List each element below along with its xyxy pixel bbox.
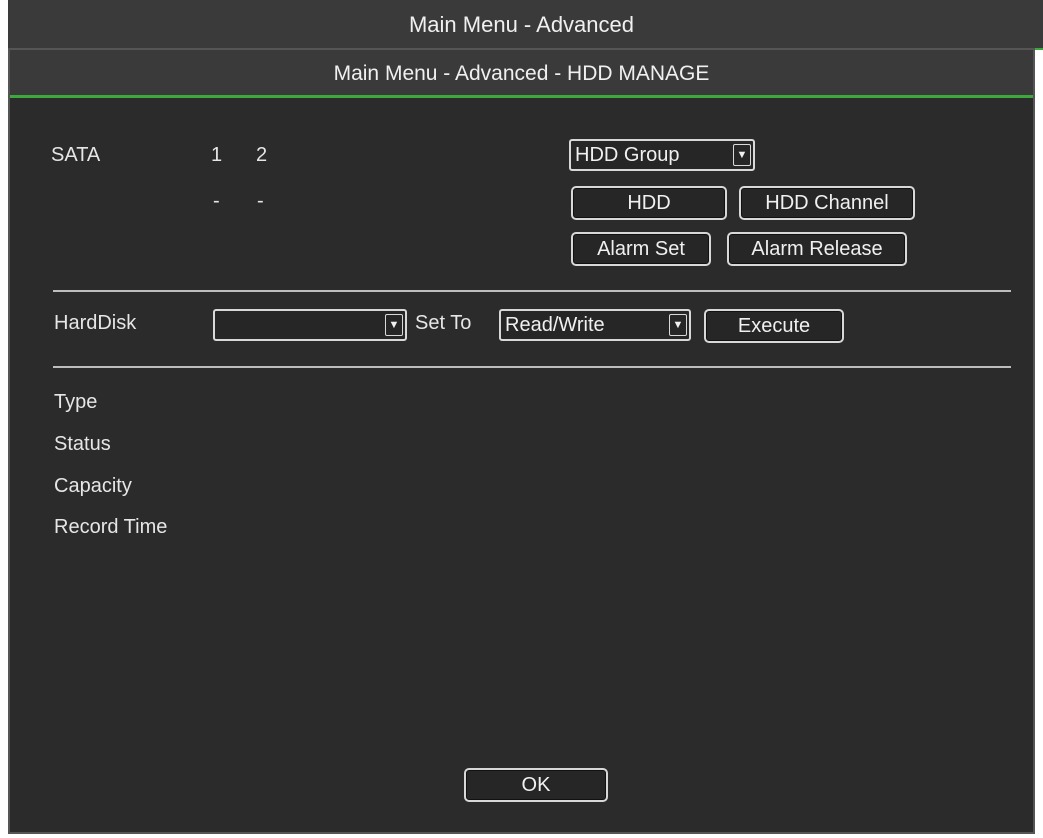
hdd-channel-button[interactable]: HDD Channel: [739, 186, 915, 220]
dialog-title: Main Menu - Advanced - HDD MANAGE: [333, 62, 710, 85]
type-label: Type: [54, 391, 98, 413]
chevron-down-icon: ▼: [385, 314, 403, 336]
sata-port-2: 2: [256, 144, 268, 166]
alarm-release-button[interactable]: Alarm Release: [727, 232, 907, 266]
hdd-manage-dialog: Main Menu - Advanced - HDD MANAGE SATA 1…: [8, 48, 1035, 834]
set-to-select[interactable]: Read/Write ▼: [499, 309, 691, 341]
execute-button[interactable]: Execute: [704, 309, 844, 343]
hdd-group-select[interactable]: HDD Group ▼: [569, 139, 755, 171]
hdd-button[interactable]: HDD: [571, 186, 727, 220]
sata-port-1: 1: [211, 144, 223, 166]
sata-label: SATA: [51, 144, 101, 166]
set-to-label: Set To: [415, 312, 472, 334]
divider-top: [53, 290, 1011, 292]
ok-button[interactable]: OK: [464, 768, 608, 802]
chevron-down-icon: ▼: [669, 314, 687, 336]
sata-port-2-state: -: [257, 190, 264, 212]
capacity-label: Capacity: [54, 475, 132, 497]
harddisk-label: HardDisk: [54, 312, 137, 334]
hdd-group-select-value: HDD Group: [575, 144, 680, 166]
record-time-label: Record Time: [54, 516, 168, 538]
alarm-set-button[interactable]: Alarm Set: [571, 232, 711, 266]
outer-title: Main Menu - Advanced: [408, 12, 635, 37]
dialog-header: Main Menu - Advanced - HDD MANAGE: [10, 50, 1033, 98]
chevron-down-icon: ▼: [733, 144, 751, 166]
status-label: Status: [54, 433, 111, 455]
set-to-select-value: Read/Write: [505, 314, 605, 336]
divider-middle: [53, 366, 1011, 368]
sata-port-1-state: -: [213, 190, 220, 212]
harddisk-select[interactable]: ▼: [213, 309, 407, 341]
outer-title-bar: Main Menu - Advanced: [0, 0, 1043, 50]
